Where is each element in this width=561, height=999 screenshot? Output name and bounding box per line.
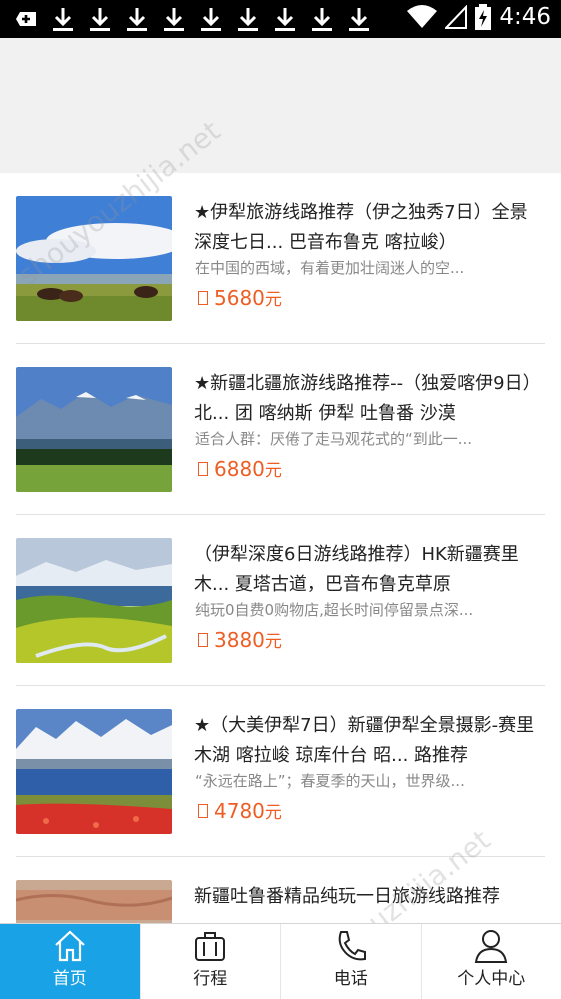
list-item[interactable]: ★新疆北疆旅游线路推荐--（独爱喀伊9日）北... 团 喀纳斯 伊犁 吐鲁番 沙…	[0, 344, 561, 515]
price-icon	[198, 804, 208, 818]
tab-label: 个人中心	[457, 969, 526, 989]
tour-title: ★伊犁旅游线路推荐（伊之独秀7日）全景深度七日... 巴音布鲁克 喀拉峻）	[194, 202, 528, 253]
price-unit: 元	[264, 632, 282, 652]
tab-label: 行程	[193, 969, 228, 989]
suitcase-icon	[195, 932, 226, 961]
list-item[interactable]: ★伊犁旅游线路推荐（伊之独秀7日）全景深度七日... 巴音布鲁克 喀拉峻） 在中…	[0, 173, 561, 344]
price-icon	[198, 633, 208, 647]
download-notification-icon	[275, 8, 295, 31]
download-notification-icon	[53, 8, 73, 31]
price-value: 4780	[214, 799, 265, 823]
download-notification-icon	[201, 8, 221, 31]
tour-thumbnail	[16, 538, 172, 663]
price-unit: 元	[264, 461, 282, 481]
list-item[interactable]: ★（大美伊犁7日）新疆伊犁全景摄影-赛里木湖 喀拉峻 琼库什台 昭... 路推荐…	[0, 686, 561, 857]
price-unit: 元	[264, 290, 282, 310]
person-icon	[475, 930, 508, 963]
tour-price: 5680 元	[198, 285, 282, 310]
tour-description: 适合人群：厌倦了走马观花式的“到此一...	[195, 430, 473, 448]
download-notification-icon	[164, 8, 184, 31]
tour-thumbnail	[16, 367, 172, 492]
tab-home[interactable]: 首页	[0, 924, 141, 999]
tour-title: ★（大美伊犁7日）新疆伊犁全景摄影-赛里木湖 喀拉峻 琼库什台 昭... 路推荐	[194, 715, 535, 766]
price-value: 6880	[214, 457, 265, 481]
home-icon	[55, 930, 85, 962]
price-unit: 元	[264, 803, 282, 823]
list-item[interactable]: （伊犁深度6日游线路推荐）HK新疆赛里木... 夏塔古道，巴音布鲁克草原 纯玩0…	[0, 515, 561, 686]
phone-icon	[338, 931, 366, 961]
tour-thumbnail	[16, 880, 172, 923]
download-notification-icon	[238, 8, 258, 31]
banner-area[interactable]	[0, 38, 561, 173]
bottom-tab-bar: 首页 行程 电话 个人中心	[0, 923, 561, 999]
tour-title: （伊犁深度6日游线路推荐）HK新疆赛里木... 夏塔古道，巴音布鲁克草原	[194, 544, 519, 595]
price-value: 3880	[214, 628, 265, 652]
tour-thumbnail	[16, 709, 172, 834]
tab-profile[interactable]: 个人中心	[422, 924, 561, 999]
tour-description: 在中国的西域，有着更加壮阔迷人的空...	[195, 259, 465, 277]
tour-title: 新疆吐鲁番精品纯玩一日旅游线路推荐	[194, 886, 500, 907]
tour-route-list: ★伊犁旅游线路推荐（伊之独秀7日）全景深度七日... 巴音布鲁克 喀拉峻） 在中…	[0, 173, 561, 923]
tour-description: 纯玩0自费0购物店,超长时间停留景点深...	[195, 601, 474, 619]
price-icon	[198, 291, 208, 305]
download-notification-icon	[90, 8, 110, 31]
status-bar: 4:46	[0, 0, 561, 38]
tab-label: 首页	[52, 969, 87, 989]
battery-icon	[475, 4, 492, 30]
list-item[interactable]: 新疆吐鲁番精品纯玩一日旅游线路推荐	[0, 857, 561, 923]
tour-price: 4780 元	[198, 798, 282, 823]
tab-label: 电话	[333, 969, 368, 989]
download-notification-icon	[127, 8, 147, 31]
signal-icon	[445, 5, 468, 29]
tour-title: ★新疆北疆旅游线路推荐--（独爱喀伊9日）北... 团 喀纳斯 伊犁 吐鲁番 沙…	[194, 373, 532, 424]
tour-thumbnail	[16, 196, 172, 321]
download-notification-icon	[312, 8, 332, 31]
add-notification-icon	[16, 12, 36, 26]
download-notification-icon	[349, 8, 369, 31]
tour-description: “永远在路上”；春夏季的天山，世界级...	[195, 772, 465, 790]
wifi-icon	[407, 5, 438, 28]
clock-time: 4:46	[499, 4, 551, 30]
tab-phone[interactable]: 电话	[281, 924, 422, 999]
tour-price: 6880 元	[198, 456, 282, 481]
price-value: 5680	[214, 286, 265, 310]
tab-itinerary[interactable]: 行程	[141, 924, 281, 999]
price-icon	[198, 462, 208, 476]
tour-price: 3880 元	[198, 627, 282, 652]
